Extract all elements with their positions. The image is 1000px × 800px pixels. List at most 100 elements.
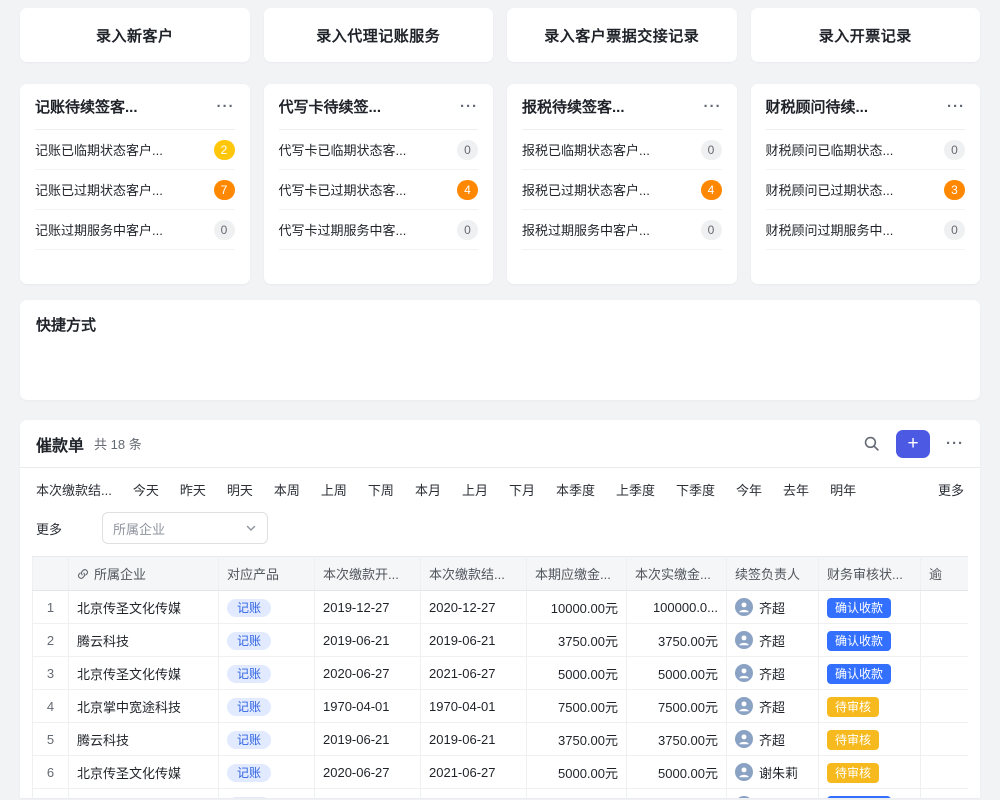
due-amount-cell[interactable]: 3750.00元 (527, 624, 627, 657)
table-row[interactable]: 4 北京掌中宽途科技 记账 1970-04-01 1970-04-01 7500… (33, 690, 969, 723)
column-header-paid-amount[interactable]: 本次实缴金... (627, 557, 727, 591)
filter-chip[interactable]: 下周 (368, 480, 394, 499)
start-date-cell[interactable]: 2019-06-21 (315, 723, 421, 756)
status-cell[interactable]: 待审核 (819, 723, 921, 756)
start-date-cell[interactable]: 2019-06-21 (315, 624, 421, 657)
paid-amount-cell[interactable]: 5000.00元 (627, 657, 727, 690)
add-record-button[interactable]: + (896, 430, 930, 458)
start-date-cell[interactable]: 2020-06-27 (315, 657, 421, 690)
owner-cell[interactable]: 齐超 (727, 723, 819, 756)
overdue-cell[interactable] (921, 624, 969, 657)
more-menu-icon[interactable]: ··· (217, 99, 235, 114)
end-date-cell[interactable]: 2020-12-27 (421, 591, 527, 624)
column-header-owner[interactable]: 续签负责人 (727, 557, 819, 591)
overdue-cell[interactable] (921, 723, 969, 756)
product-cell[interactable]: 记账 (219, 657, 315, 690)
table-row[interactable]: 2 腾云科技 记账 2019-06-21 2019-06-21 3750.00元… (33, 624, 969, 657)
filter-chip[interactable]: 本季度 (556, 480, 595, 499)
stat-item[interactable]: 报税已过期状态客户... 4 (522, 170, 722, 210)
company-cell[interactable]: 北京传圣文化传媒 (69, 789, 219, 799)
status-cell[interactable]: 确认收款 (819, 624, 921, 657)
owner-cell[interactable]: 齐超 (727, 789, 819, 799)
filter-chip[interactable]: 今年 (736, 480, 762, 499)
stat-item[interactable]: 记账已过期状态客户... 7 (35, 170, 235, 210)
overdue-cell[interactable] (921, 756, 969, 789)
more-menu-icon[interactable]: ··· (947, 99, 965, 114)
company-cell[interactable]: 腾云科技 (69, 723, 219, 756)
paid-amount-cell[interactable]: 5000.00元 (627, 756, 727, 789)
company-cell[interactable]: 北京传圣文化传媒 (69, 756, 219, 789)
filter-chip[interactable]: 上季度 (616, 480, 655, 499)
more-menu-icon[interactable]: ··· (460, 99, 478, 114)
stat-item[interactable]: 财税顾问已临期状态... 0 (766, 130, 966, 170)
paid-amount-cell[interactable]: 100000.0... (627, 591, 727, 624)
company-cell[interactable]: 北京掌中宽途科技 (69, 690, 219, 723)
due-amount-cell[interactable]: 5000.00元 (527, 657, 627, 690)
search-icon[interactable] (863, 435, 880, 452)
product-cell[interactable]: 记账 (219, 624, 315, 657)
table-row[interactable]: 7 北京传圣文化传媒 记账 2019-12-27 2020-12-27 1000… (33, 789, 969, 799)
due-amount-cell[interactable]: 5000.00元 (527, 756, 627, 789)
status-cell[interactable]: 待审核 (819, 756, 921, 789)
filter-chip[interactable]: 明年 (830, 480, 856, 499)
filter-chip[interactable]: 去年 (783, 480, 809, 499)
start-date-cell[interactable]: 1970-04-01 (315, 690, 421, 723)
due-amount-cell[interactable]: 7500.00元 (527, 690, 627, 723)
filter-chip[interactable]: 本月 (415, 480, 441, 499)
owner-cell[interactable]: 齐超 (727, 657, 819, 690)
end-date-cell[interactable]: 2021-06-27 (421, 657, 527, 690)
stat-item[interactable]: 代写卡已过期状态客... 4 (279, 170, 479, 210)
table-row[interactable]: 3 北京传圣文化传媒 记账 2020-06-27 2021-06-27 5000… (33, 657, 969, 690)
end-date-cell[interactable]: 2019-06-21 (421, 624, 527, 657)
stat-item[interactable]: 记账过期服务中客户... 0 (35, 210, 235, 250)
stat-item[interactable]: 报税已临期状态客户... 0 (522, 130, 722, 170)
owner-cell[interactable]: 齐超 (727, 591, 819, 624)
bill-handover-button[interactable]: 录入客户票据交接记录 (507, 8, 737, 62)
table-row[interactable]: 1 北京传圣文化传媒 记账 2019-12-27 2020-12-27 1000… (33, 591, 969, 624)
end-date-cell[interactable]: 2020-12-27 (421, 789, 527, 799)
paid-amount-cell[interactable]: 3750.00元 (627, 624, 727, 657)
overdue-cell[interactable] (921, 591, 969, 624)
filter-chip[interactable]: 下月 (509, 480, 535, 499)
more-menu-icon[interactable]: ··· (704, 99, 722, 114)
status-cell[interactable]: 确认收款 (819, 657, 921, 690)
product-cell[interactable]: 记账 (219, 789, 315, 799)
end-date-cell[interactable]: 2021-06-27 (421, 756, 527, 789)
product-cell[interactable]: 记账 (219, 690, 315, 723)
bookkeeping-service-button[interactable]: 录入代理记账服务 (264, 8, 494, 62)
paid-amount-cell[interactable]: 10000.00元 (627, 789, 727, 799)
filter-more-button[interactable]: 更多 (938, 480, 964, 499)
overdue-cell[interactable] (921, 690, 969, 723)
stat-item[interactable]: 财税顾问已过期状态... 3 (766, 170, 966, 210)
table-row[interactable]: 5 腾云科技 记账 2019-06-21 2019-06-21 3750.00元… (33, 723, 969, 756)
due-amount-cell[interactable]: 10000.00元 (527, 789, 627, 799)
product-cell[interactable]: 记账 (219, 723, 315, 756)
stat-item[interactable]: 报税过期服务中客户... 0 (522, 210, 722, 250)
product-cell[interactable]: 记账 (219, 591, 315, 624)
start-date-cell[interactable]: 2019-12-27 (315, 591, 421, 624)
overdue-cell[interactable] (921, 789, 969, 799)
start-date-cell[interactable]: 2019-12-27 (315, 789, 421, 799)
stat-item[interactable]: 代写卡过期服务中客... 0 (279, 210, 479, 250)
filter-chip[interactable]: 本周 (274, 480, 300, 499)
company-cell[interactable]: 北京传圣文化传媒 (69, 657, 219, 690)
due-amount-cell[interactable]: 3750.00元 (527, 723, 627, 756)
paid-amount-cell[interactable]: 3750.00元 (627, 723, 727, 756)
stat-item[interactable]: 代写卡已临期状态客... 0 (279, 130, 479, 170)
column-header-product[interactable]: 对应产品 (219, 557, 315, 591)
invoice-record-button[interactable]: 录入开票记录 (751, 8, 981, 62)
column-header-due-amount[interactable]: 本期应缴金... (527, 557, 627, 591)
filter-chip[interactable]: 下季度 (676, 480, 715, 499)
stat-item[interactable]: 财税顾问过期服务中... 0 (766, 210, 966, 250)
company-cell[interactable]: 腾云科技 (69, 624, 219, 657)
filter-chip[interactable]: 上周 (321, 480, 347, 499)
filter-chip[interactable]: 本次缴款结... (36, 480, 112, 499)
table-row[interactable]: 6 北京传圣文化传媒 记账 2020-06-27 2021-06-27 5000… (33, 756, 969, 789)
new-customer-button[interactable]: 录入新客户 (20, 8, 250, 62)
overdue-cell[interactable] (921, 657, 969, 690)
filter-chip[interactable]: 上月 (462, 480, 488, 499)
column-header-audit-status[interactable]: 财务审核状... (819, 557, 921, 591)
owner-cell[interactable]: 齐超 (727, 624, 819, 657)
owner-cell[interactable]: 谢朱莉 (727, 756, 819, 789)
stat-item[interactable]: 记账已临期状态客户... 2 (35, 130, 235, 170)
